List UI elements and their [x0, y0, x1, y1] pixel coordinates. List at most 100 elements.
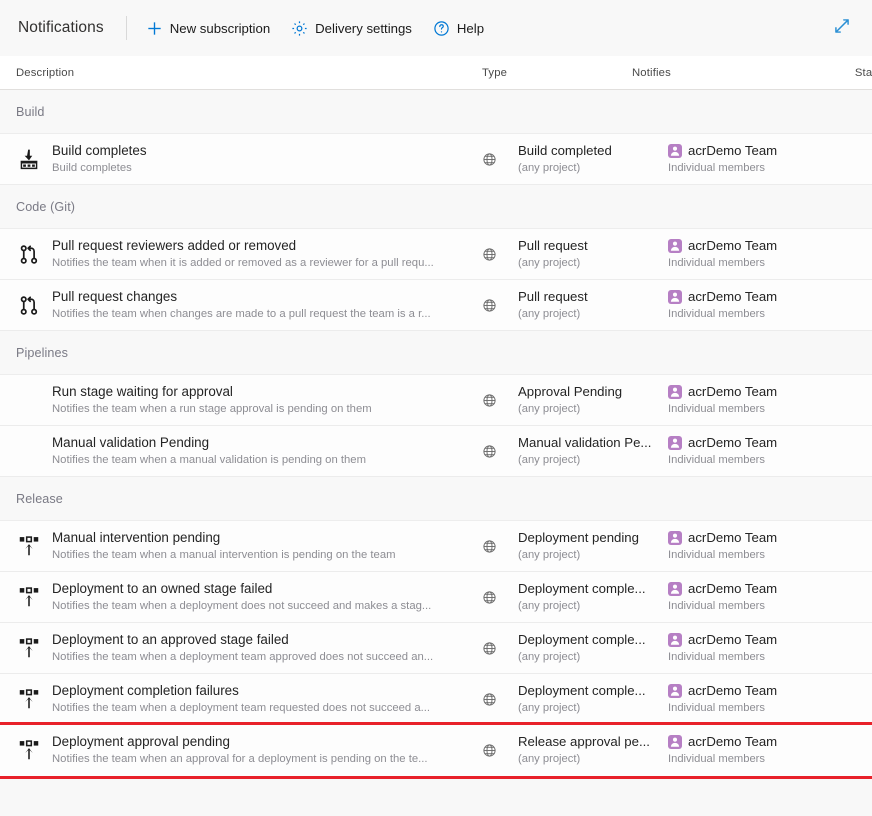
table-row[interactable]: Build completes Build completes Build com… — [0, 134, 872, 185]
section-header: Code (Git) — [0, 185, 872, 229]
subscription-description: Notifies the team when a manual interven… — [52, 549, 396, 561]
globe-icon — [482, 590, 518, 605]
state-cell — [860, 245, 872, 264]
type-cell: Deployment comple... (any project) — [518, 631, 668, 665]
description-cell: Deployment completion failures Notifies t… — [52, 682, 482, 716]
new-subscription-button[interactable]: New subscription — [141, 15, 279, 42]
state-cell — [860, 588, 872, 607]
subscription-title: Deployment completion failures — [52, 683, 239, 698]
type-cell: Deployment comple... (any project) — [518, 682, 668, 716]
state-cell — [860, 150, 872, 169]
subscription-title: Deployment to an approved stage failed — [52, 632, 289, 647]
help-button[interactable]: Help — [428, 15, 493, 42]
plus-icon — [146, 20, 163, 37]
notifies-recipient: acrDemo Team — [688, 734, 778, 749]
gear-icon — [291, 20, 308, 37]
column-header-notifies[interactable]: Notifies — [632, 67, 824, 79]
subscription-description: Notifies the team when a deployment team… — [52, 651, 434, 663]
type-value: Deployment comple... — [518, 683, 646, 698]
section-header-label: Code (Git) — [16, 199, 76, 214]
globe-icon — [482, 247, 518, 262]
globe-icon — [482, 444, 518, 459]
type-cell: Build completed (any project) — [518, 142, 668, 176]
release-icon — [16, 635, 42, 661]
type-value: Pull request — [518, 289, 588, 304]
subscription-description: Build completes — [52, 162, 132, 174]
table-row[interactable]: Manual intervention pending Notifies the … — [0, 521, 872, 572]
subscription-description: Notifies the team when an approval for a… — [52, 753, 428, 765]
column-header-type[interactable]: Type — [482, 67, 632, 79]
subscription-title: Pull request changes — [52, 289, 178, 304]
description-cell: Pull request changes Notifies the team wh… — [52, 288, 482, 322]
table-row[interactable]: Deployment to an owned stage failed Notif… — [0, 572, 872, 623]
section-header: Release — [0, 477, 872, 521]
notifies-cell: acrDemo Team Individual members — [668, 682, 860, 716]
notifies-recipient: acrDemo Team — [688, 632, 778, 647]
notifies-cell: acrDemo Team Individual members — [668, 631, 860, 665]
team-avatar-icon — [668, 581, 682, 596]
type-cell: Pull request (any project) — [518, 237, 668, 271]
notifies-cell: acrDemo Team Individual members — [668, 288, 860, 322]
notifies-detail: Individual members — [668, 308, 766, 320]
subscription-title: Deployment approval pending — [52, 734, 230, 749]
command-toolbar: Notifications New subscription Delivery … — [0, 0, 872, 56]
notifies-recipient: acrDemo Team — [688, 581, 778, 596]
section-header-label: Pipelines — [16, 345, 69, 360]
team-avatar-icon — [668, 143, 682, 158]
description-cell: Deployment to an owned stage failed Notif… — [52, 580, 482, 614]
table-row[interactable]: Deployment approval pending Notifies the … — [0, 722, 872, 779]
expand-full-screen-button[interactable] — [828, 14, 856, 42]
expand-diagonal-icon — [833, 17, 851, 40]
team-avatar-icon — [668, 632, 682, 647]
globe-icon — [482, 393, 518, 408]
subscription-description: Notifies the team when a deployment team… — [52, 702, 431, 714]
section-header-label: Release — [16, 491, 63, 506]
type-scope: (any project) — [518, 549, 581, 561]
type-scope: (any project) — [518, 162, 581, 174]
notifies-recipient: acrDemo Team — [688, 238, 778, 253]
description-cell: Run stage waiting for approval Notifies t… — [52, 383, 482, 417]
table-row[interactable]: Manual validation Pending Notifies the te… — [0, 426, 872, 477]
description-cell: Pull request reviewers added or removed N… — [52, 237, 482, 271]
globe-icon — [482, 743, 518, 758]
notifies-detail: Individual members — [668, 702, 766, 714]
notifies-detail: Individual members — [668, 454, 766, 466]
notifies-cell: acrDemo Team Individual members — [668, 237, 860, 271]
type-cell: Pull request (any project) — [518, 288, 668, 322]
notifies-detail: Individual members — [668, 403, 766, 415]
type-value: Build completed — [518, 143, 612, 158]
subscription-title: Manual intervention pending — [52, 530, 221, 545]
globe-icon — [482, 692, 518, 707]
state-cell — [860, 442, 872, 461]
notifies-cell: acrDemo Team Individual members — [668, 383, 860, 417]
globe-icon — [482, 641, 518, 656]
type-value: Pull request — [518, 238, 588, 253]
help-circle-icon — [433, 20, 450, 37]
table-row[interactable]: Deployment completion failures Notifies t… — [0, 674, 872, 725]
help-label: Help — [456, 20, 485, 36]
column-header-state[interactable]: State — [824, 67, 872, 79]
release-icon — [16, 737, 42, 763]
state-cell — [860, 690, 872, 709]
subscription-description: Notifies the team when a manual validati… — [52, 454, 366, 466]
type-scope: (any project) — [518, 753, 581, 765]
table-row[interactable]: Pull request reviewers added or removed N… — [0, 229, 872, 280]
table-row[interactable]: Deployment to an approved stage failed No… — [0, 623, 872, 674]
column-header-description[interactable]: Description — [16, 67, 482, 79]
type-scope: (any project) — [518, 257, 581, 269]
notifications-grid: Description Type Notifies State Build Bu… — [0, 56, 872, 779]
state-cell — [860, 741, 872, 760]
team-avatar-icon — [668, 435, 682, 450]
description-cell: Deployment approval pending Notifies the … — [52, 733, 482, 767]
page-title: Notifications — [18, 19, 104, 36]
table-row[interactable]: Pull request changes Notifies the team wh… — [0, 280, 872, 331]
section-header: Pipelines — [0, 331, 872, 375]
team-avatar-icon — [668, 530, 682, 545]
section-header: Build — [0, 90, 872, 134]
table-row[interactable]: Run stage waiting for approval Notifies t… — [0, 375, 872, 426]
type-scope: (any project) — [518, 403, 581, 415]
type-cell: Deployment comple... (any project) — [518, 580, 668, 614]
section-header-label: Build — [16, 104, 45, 119]
type-scope: (any project) — [518, 308, 581, 320]
delivery-settings-button[interactable]: Delivery settings — [286, 15, 421, 42]
